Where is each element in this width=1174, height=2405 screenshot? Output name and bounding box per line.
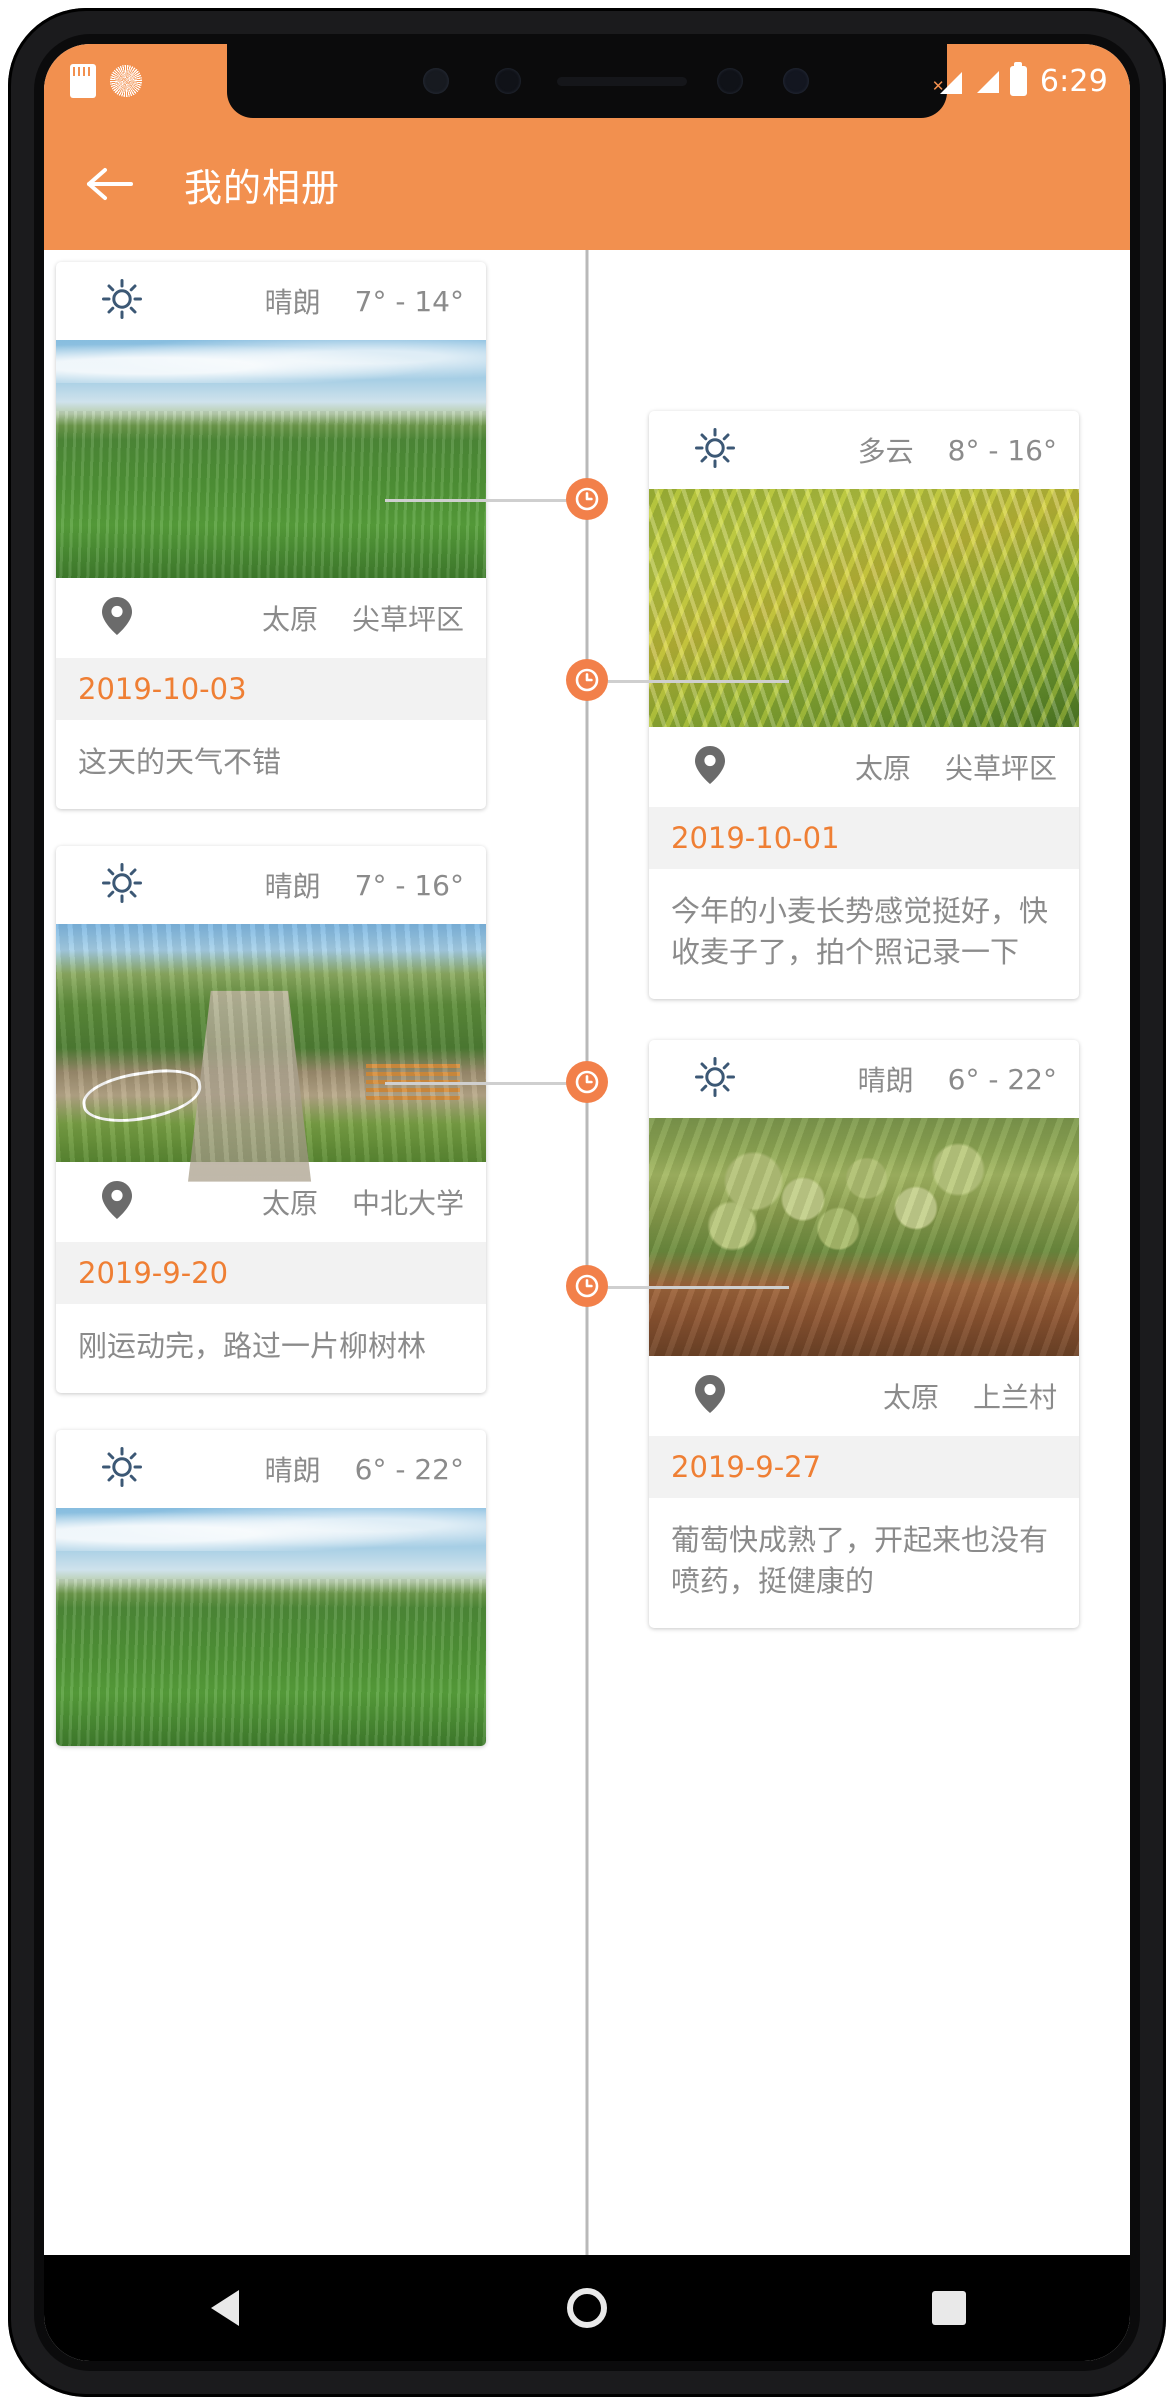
weather-label: 晴朗 — [264, 1454, 321, 1487]
status-bar-clock: 6:29 — [1039, 63, 1108, 99]
weather-label: 晴朗 — [264, 870, 321, 903]
phone-frame: ✕ 6:29 我的相册 晴朗 7° - 14° 太原 尖草坪区 2019-10-… — [8, 8, 1166, 2397]
location-city: 太原 — [261, 603, 318, 636]
card-weather-header: 晴朗 7° - 16° — [56, 846, 486, 924]
timeline-card[interactable]: 晴朗 7° - 14° 太原 尖草坪区 2019-10-03 这天的天气不错 — [56, 262, 486, 810]
android-nav-bar — [44, 2255, 1130, 2361]
clock-icon — [575, 1070, 599, 1094]
timeline-scroll-area[interactable]: 晴朗 7° - 14° 太原 尖草坪区 2019-10-03 这天的天气不错 多… — [44, 250, 1130, 2255]
sync-icon — [110, 65, 142, 97]
back-button[interactable] — [58, 132, 162, 236]
timeline-card[interactable]: 晴朗 6° - 22° 太原 上兰村 2019-9-27 葡萄快成熟了，开起来也… — [649, 1040, 1079, 1629]
timeline-connector — [385, 499, 567, 502]
timeline-dot[interactable] — [566, 659, 608, 701]
signal-icon — [973, 69, 999, 93]
location-city: 太原 — [261, 1187, 318, 1220]
card-photo[interactable] — [649, 489, 1079, 727]
back-triangle-icon — [211, 2290, 239, 2326]
location-city: 太原 — [882, 1381, 939, 1414]
location-pin-icon — [100, 1179, 134, 1225]
timeline-axis — [585, 250, 589, 2255]
card-note: 葡萄快成熟了，开起来也没有喷药，挺健康的 — [671, 1523, 1049, 1599]
timeline-card[interactable]: 晴朗 7° - 16° 太原 中北大学 2019-9-20 刚运动完，路过一片柳… — [56, 846, 486, 1394]
weather-label: 晴朗 — [857, 1064, 914, 1097]
weather-label: 晴朗 — [264, 286, 321, 319]
timeline-card[interactable]: 晴朗 6° - 22° — [56, 1430, 486, 1746]
timeline-card[interactable]: 多云 8° - 16° 太原 尖草坪区 2019-10-01 今年的小麦长势感觉… — [649, 411, 1079, 1000]
sensor-icon — [495, 68, 521, 94]
timeline-dot[interactable] — [566, 478, 608, 520]
location-area: 尖草坪区 — [351, 603, 464, 636]
temperature-label: 7° - 14° — [354, 284, 464, 318]
phone-screen: ✕ 6:29 我的相册 晴朗 7° - 14° 太原 尖草坪区 2019-10-… — [44, 44, 1130, 2361]
location-pin-icon — [100, 595, 134, 641]
card-date: 2019-9-20 — [56, 1242, 486, 1304]
sun-icon — [100, 277, 144, 325]
nav-home-button[interactable] — [527, 2255, 647, 2361]
clock-icon — [575, 487, 599, 511]
timeline-connector — [607, 680, 789, 683]
proximity-sensor-icon — [717, 68, 743, 94]
card-date: 2019-10-01 — [649, 807, 1079, 869]
card-location-row: 太原 尖草坪区 — [56, 578, 486, 658]
card-note: 这天的天气不错 — [78, 745, 282, 779]
sun-icon — [693, 1055, 737, 1103]
camera-notch — [227, 44, 947, 118]
temperature-label: 7° - 16° — [354, 868, 464, 902]
timeline-connector — [607, 1286, 789, 1289]
sun-icon — [100, 861, 144, 909]
location-city: 太原 — [854, 752, 911, 785]
temperature-label: 6° - 22° — [947, 1062, 1057, 1096]
recents-square-icon — [932, 2291, 966, 2325]
timeline-connector — [385, 1082, 567, 1085]
nav-back-button[interactable] — [165, 2255, 285, 2361]
battery-icon — [1009, 66, 1027, 96]
card-photo[interactable] — [56, 924, 486, 1162]
weather-label: 多云 — [857, 435, 914, 468]
photo-annotation-scribble — [79, 1063, 205, 1128]
front-camera-icon — [423, 68, 449, 94]
location-pin-icon — [693, 1373, 727, 1419]
arrow-left-icon — [87, 168, 133, 200]
temperature-label: 8° - 16° — [947, 433, 1057, 467]
status-bar-left-icons — [70, 44, 142, 118]
card-weather-header: 多云 8° - 16° — [649, 411, 1079, 489]
card-date: 2019-10-03 — [56, 658, 486, 720]
card-photo[interactable] — [56, 340, 486, 578]
app-bar: 我的相册 — [44, 118, 1130, 250]
clock-icon — [575, 1274, 599, 1298]
location-area: 上兰村 — [972, 1381, 1057, 1414]
earpiece-speaker — [557, 77, 687, 86]
card-date: 2019-9-27 — [649, 1436, 1079, 1498]
card-photo[interactable] — [56, 1508, 486, 1746]
location-area: 中北大学 — [351, 1187, 464, 1220]
page-title: 我的相册 — [184, 165, 341, 210]
temperature-label: 6° - 22° — [354, 1452, 464, 1486]
nav-recents-button[interactable] — [889, 2255, 1009, 2361]
status-bar: ✕ 6:29 — [44, 44, 1130, 118]
sun-icon — [100, 1445, 144, 1493]
clock-icon — [575, 668, 599, 692]
card-weather-header: 晴朗 6° - 22° — [56, 1430, 486, 1508]
light-sensor-icon — [783, 68, 809, 94]
status-bar-right-icons: ✕ 6:29 — [932, 44, 1108, 118]
card-note: 刚运动完，路过一片柳树林 — [78, 1329, 427, 1363]
location-pin-icon — [693, 744, 727, 790]
card-note: 今年的小麦长势感觉挺好，快收麦子了，拍个照记录一下 — [671, 894, 1049, 970]
sim-card-icon — [70, 64, 96, 98]
home-circle-icon — [567, 2288, 607, 2328]
timeline-dot[interactable] — [566, 1061, 608, 1103]
sun-icon — [693, 426, 737, 474]
card-weather-header: 晴朗 7° - 14° — [56, 262, 486, 340]
signal-no-service-icon: ✕ — [932, 68, 962, 94]
card-weather-header: 晴朗 6° - 22° — [649, 1040, 1079, 1118]
timeline-dot[interactable] — [566, 1265, 608, 1307]
card-photo[interactable] — [649, 1118, 1079, 1356]
location-area: 尖草坪区 — [944, 752, 1057, 785]
card-location-row: 太原 尖草坪区 — [649, 727, 1079, 807]
card-location-row: 太原 上兰村 — [649, 1356, 1079, 1436]
